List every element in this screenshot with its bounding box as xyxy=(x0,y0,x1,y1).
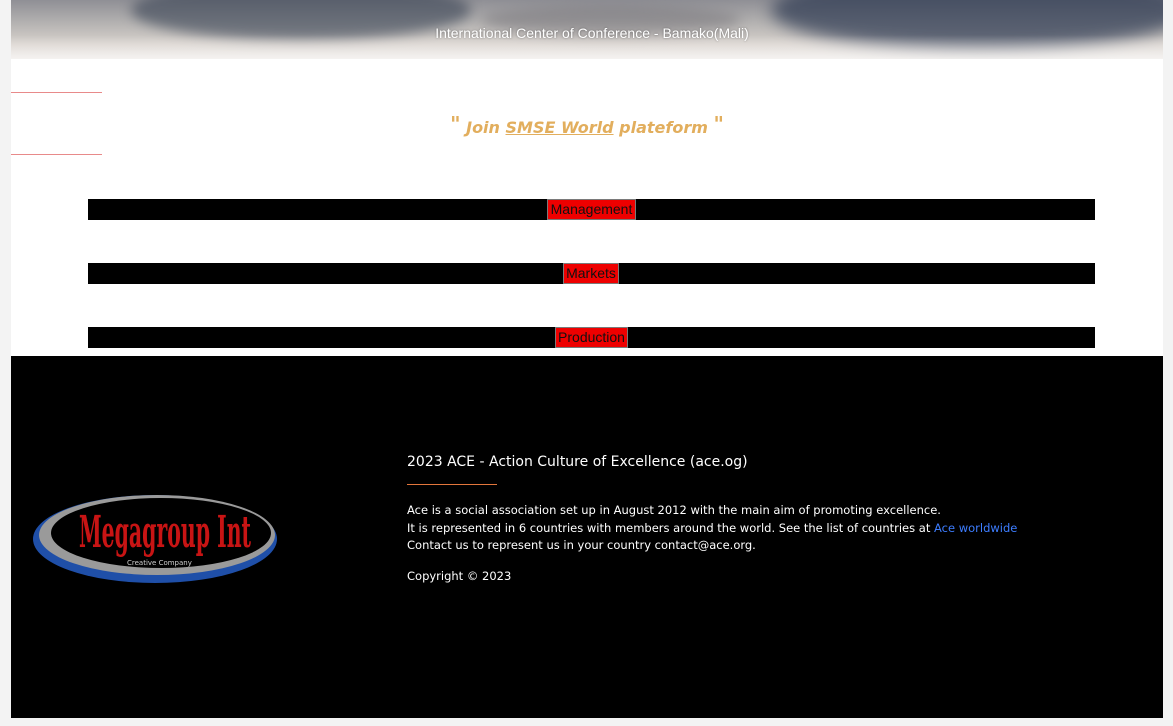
decorative-divider-bottom xyxy=(11,154,102,155)
section-bar-production: Production xyxy=(88,327,1095,348)
copyright: Copyright © 2023 xyxy=(407,569,512,583)
decorative-divider-top xyxy=(11,92,102,93)
section-bar-management: Management xyxy=(88,199,1095,220)
footer-description: Ace is a social association set up in Au… xyxy=(407,502,1017,555)
megagroup-logo: Megagroup Int Creative Company xyxy=(33,495,277,583)
logo-wordmark: Megagroup Int xyxy=(79,507,251,558)
markets-button[interactable]: Markets xyxy=(563,263,619,284)
page: International Center of Conference - Bam… xyxy=(11,0,1163,718)
footer-line-2: It is represented in 6 countries with me… xyxy=(407,520,1018,535)
management-button[interactable]: Management xyxy=(547,199,636,220)
join-suffix: plateform xyxy=(613,118,708,137)
open-quote: " xyxy=(450,112,461,136)
hero-caption: International Center of Conference - Bam… xyxy=(435,25,749,41)
join-banner: " Join SMSE World plateform " xyxy=(11,112,1163,137)
close-quote: " xyxy=(713,112,724,136)
footer-title: 2023 ACE - Action Culture of Excellence … xyxy=(407,454,748,470)
ace-worldwide-link[interactable]: Ace worldwide xyxy=(934,521,1017,535)
join-prefix: Join xyxy=(466,118,506,137)
production-button[interactable]: Production xyxy=(555,327,628,348)
section-bar-markets: Markets xyxy=(88,263,1095,284)
logo-tagline: Creative Company xyxy=(127,559,192,567)
smse-world-link[interactable]: SMSE World xyxy=(506,118,614,137)
hero-banner: International Center of Conference - Bam… xyxy=(11,0,1163,59)
footer: Megagroup Int Creative Company 2023 ACE … xyxy=(11,356,1163,718)
footer-divider xyxy=(407,484,497,485)
footer-line-1: Ace is a social association set up in Au… xyxy=(407,503,941,517)
footer-line-3: Contact us to represent us in your count… xyxy=(407,538,756,552)
